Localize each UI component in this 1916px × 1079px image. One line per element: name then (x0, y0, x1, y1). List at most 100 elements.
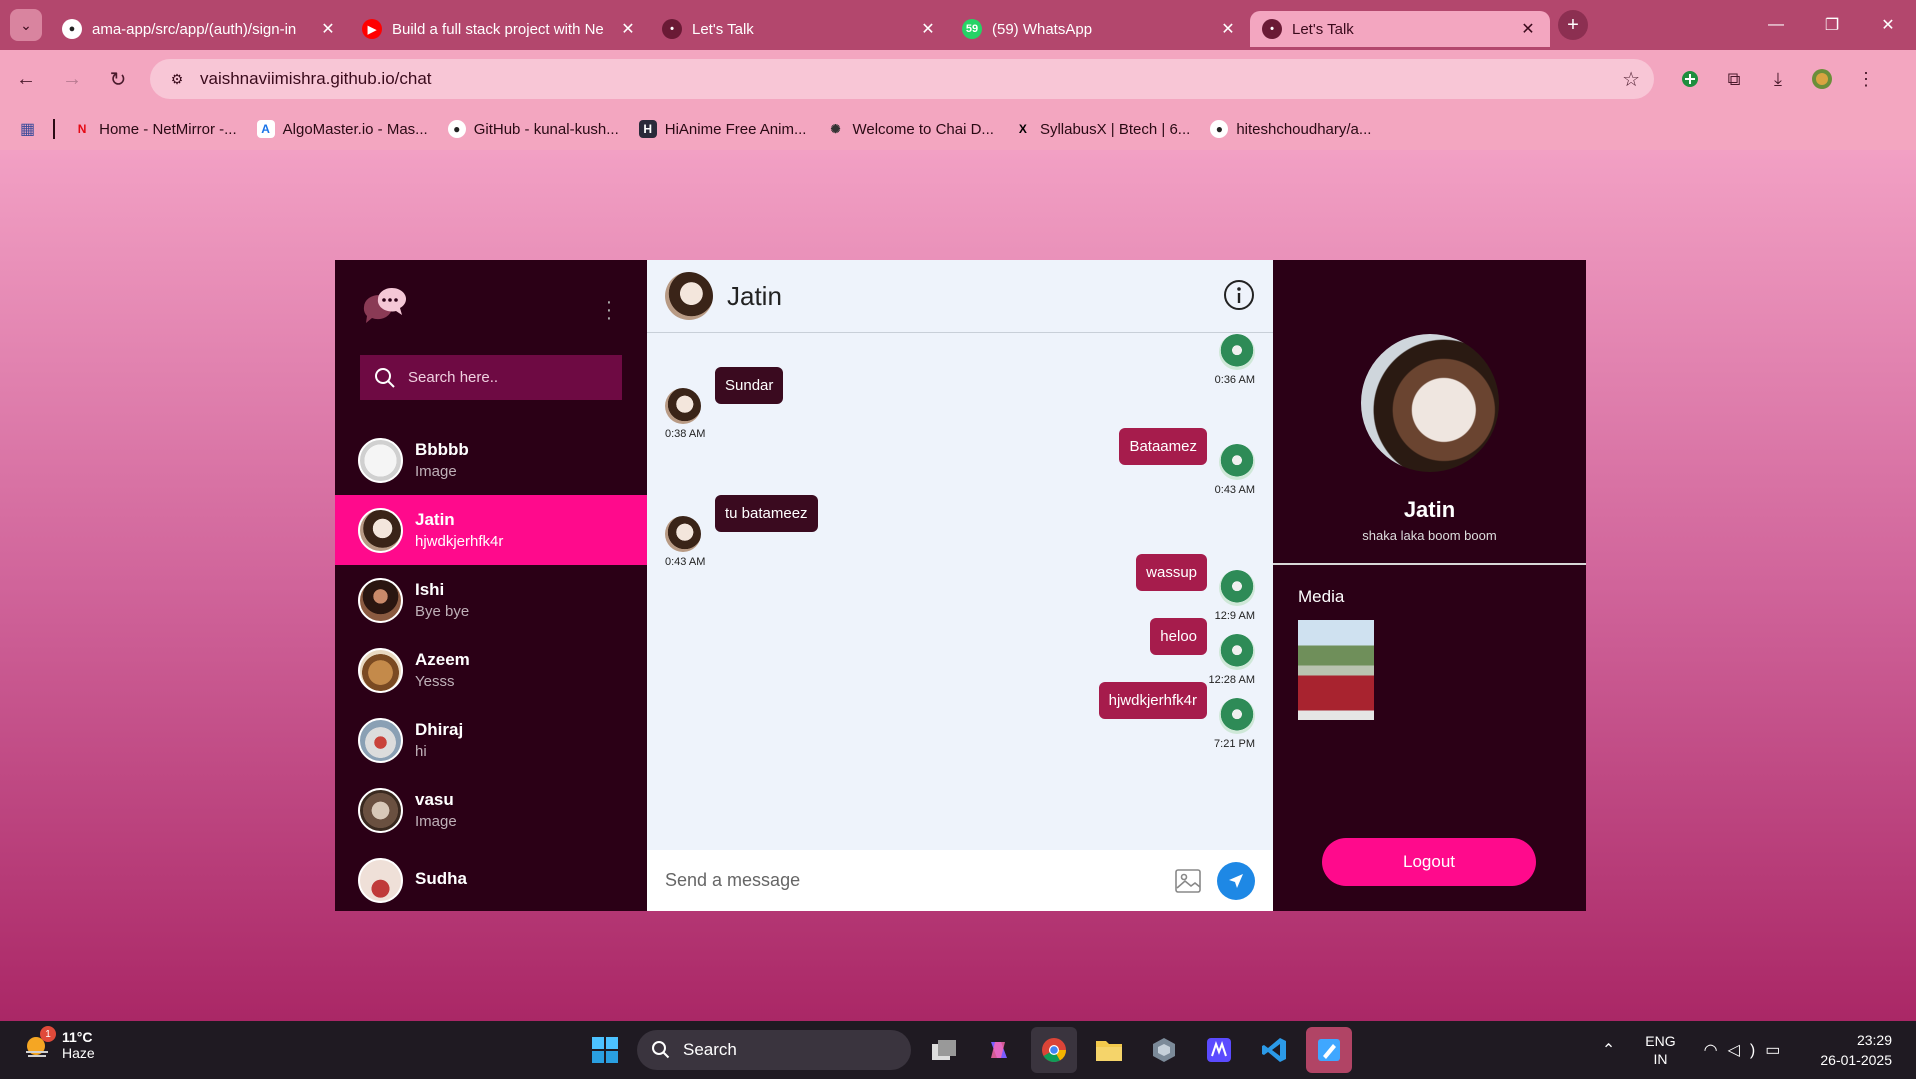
back-button[interactable]: ← (6, 59, 46, 99)
contact-item[interactable]: Jatin hjwdkjerhfk4r (335, 495, 647, 565)
close-window-icon[interactable]: ✕ (1860, 0, 1916, 50)
contact-last-message: Image (415, 813, 457, 830)
copilot-icon[interactable] (976, 1027, 1022, 1073)
contact-item[interactable]: Azeem Yesss (335, 635, 647, 705)
media-thumbnail[interactable] (1298, 620, 1374, 720)
tab-title: Let's Talk (1292, 20, 1354, 38)
plus-icon: + (1567, 13, 1579, 36)
app-m-icon[interactable] (1196, 1027, 1242, 1073)
browser-tab[interactable]: • Let's Talk ✕ (650, 11, 950, 47)
bookmark-label: Home - NetMirror -... (99, 120, 237, 138)
bookmark-star-icon[interactable]: ☆ (1622, 67, 1640, 92)
tab-title: Build a full stack project with Ne (392, 20, 604, 38)
browser-tab[interactable]: • Let's Talk ✕ (1250, 11, 1550, 47)
start-button[interactable] (582, 1027, 628, 1073)
bookmark-item[interactable]: ✺ Welcome to Chai D... (826, 120, 993, 138)
paint-icon[interactable] (1306, 1027, 1352, 1073)
profile-panel: Jatin shaka laka boom boom Media Logout (1273, 260, 1586, 911)
language-indicator[interactable]: ENG IN (1645, 1032, 1675, 1068)
apps-grid-icon[interactable]: ▦ (20, 119, 35, 139)
browser-tab[interactable]: ● ama-app/src/app/(auth)/sign-in ✕ (50, 11, 350, 47)
message-bubble: tu batameez (715, 495, 818, 532)
reload-icon: ↻ (109, 68, 127, 91)
downloads-icon[interactable]: ⤓ (1756, 59, 1800, 99)
github-icon: ● (447, 120, 466, 138)
restore-icon[interactable]: ❐ (1804, 0, 1860, 50)
task-view-icon[interactable] (921, 1027, 967, 1073)
close-tab-icon[interactable]: ✕ (318, 19, 338, 39)
bookmark-label: GitHub - kunal-kush... (473, 120, 619, 138)
contact-avatar (358, 857, 403, 903)
contact-avatar (358, 437, 403, 483)
volume-icon[interactable]: ◁) (1728, 1042, 1766, 1059)
close-tab-icon[interactable]: ✕ (918, 19, 938, 39)
weather-widget[interactable]: 1 11°C Haze (22, 1026, 95, 1061)
browser-tab[interactable]: ▶ Build a full stack project with Ne ✕ (350, 11, 650, 47)
contact-item[interactable]: Sudha (335, 845, 647, 911)
bookmark-item[interactable]: H HiAnime Free Anim... (638, 120, 806, 138)
tray-icons[interactable]: ◠◁)▭ (1704, 1040, 1791, 1060)
app-hex-icon[interactable] (1141, 1027, 1187, 1073)
chat-header: Jatin (647, 260, 1273, 333)
contact-name: Azeem (415, 650, 470, 669)
system-tray: ⌃ ENG IN ◠◁)▭ 23:29 26-01-2025 (1602, 1021, 1916, 1079)
image-upload-icon[interactable] (1173, 866, 1203, 896)
chat-title: Jatin (727, 280, 782, 311)
new-tab-button[interactable]: + (1558, 10, 1588, 40)
close-tab-icon[interactable]: ✕ (618, 19, 638, 39)
browser-tab[interactable]: 59 (59) WhatsApp ✕ (950, 11, 1250, 47)
clock-time: 23:29 (1856, 1032, 1892, 1048)
bookmark-list: N Home - NetMirror -... A AlgoMaster.io - M… (73, 120, 1391, 138)
weather-badge: 1 (40, 1026, 56, 1042)
close-tab-icon[interactable]: ✕ (1218, 19, 1238, 39)
contact-last-message: Image (415, 463, 457, 480)
battery-icon[interactable]: ▭ (1765, 1042, 1790, 1059)
profile-avatar-icon[interactable] (1800, 59, 1844, 99)
chat-panel: Jatin 0:36 AM Sundar 0:38 AM Bataamez 0:43 A… (647, 260, 1273, 911)
taskbar-search[interactable]: Search (637, 1030, 911, 1070)
vscode-icon[interactable] (1251, 1027, 1297, 1073)
chat-avatar[interactable] (665, 272, 713, 320)
clock[interactable]: 23:29 26-01-2025 (1820, 1030, 1892, 1070)
contact-last-message: Yesss (415, 673, 455, 690)
weather-desc: Haze (62, 1045, 95, 1061)
bookmark-item[interactable]: ● GitHub - kunal-kush... (447, 120, 619, 138)
contact-avatar (358, 507, 403, 553)
bookmark-item[interactable]: ● hiteshchoudhary/a... (1210, 120, 1371, 138)
sidebar-menu-icon[interactable]: · · · (603, 292, 615, 328)
contact-item[interactable]: Bbbbb Image (335, 425, 647, 495)
app-logo-icon (363, 287, 406, 323)
browser-menu-icon[interactable]: ⋮ (1844, 59, 1888, 99)
address-bar[interactable]: ⚙ vaishnaviimishra.github.io/chat ☆ (150, 59, 1654, 99)
bookmark-item[interactable]: X SyllabusX | Btech | 6... (1014, 120, 1190, 138)
reload-button[interactable]: ↻ (98, 59, 138, 99)
contact-item[interactable]: Ishi Bye bye (335, 565, 647, 635)
close-tab-icon[interactable]: ✕ (1518, 19, 1538, 39)
site-info-icon[interactable]: ⚙ (164, 66, 190, 92)
message-input[interactable]: Send a message (665, 870, 1173, 891)
bookmark-item[interactable]: A AlgoMaster.io - Mas... (256, 120, 428, 138)
github-icon: ● (62, 19, 82, 39)
file-explorer-icon[interactable] (1086, 1027, 1132, 1073)
profile-name: Jatin (1403, 497, 1456, 522)
info-icon[interactable] (1223, 279, 1255, 311)
contact-text: Bbbbb Image (415, 440, 469, 480)
contact-item[interactable]: Dhiraj hi (335, 705, 647, 775)
logout-button[interactable]: Logout (1322, 838, 1536, 886)
chrome-icon[interactable] (1031, 1027, 1077, 1073)
wifi-icon[interactable]: ◠ (1704, 1042, 1728, 1059)
bookmark-item[interactable]: N Home - NetMirror -... (73, 120, 237, 138)
contact-text: Dhiraj hi (415, 720, 463, 760)
send-button[interactable] (1217, 861, 1255, 900)
contact-search-input[interactable]: Search here.. (360, 355, 622, 400)
message-avatar (1219, 444, 1255, 480)
contact-text: Ishi Bye bye (415, 580, 469, 620)
extensions-puzzle-icon[interactable]: ⧉ (1712, 59, 1756, 99)
minimize-icon[interactable]: — (1748, 0, 1804, 50)
add-extension-icon[interactable] (1668, 59, 1712, 99)
bookmark-separator (53, 119, 56, 139)
contact-item[interactable]: vasu Image (335, 775, 647, 845)
forward-button[interactable]: → (52, 59, 92, 99)
tab-search-button[interactable]: ⌄ (10, 9, 42, 41)
chevron-up-icon[interactable]: ⌃ (1602, 1040, 1615, 1060)
